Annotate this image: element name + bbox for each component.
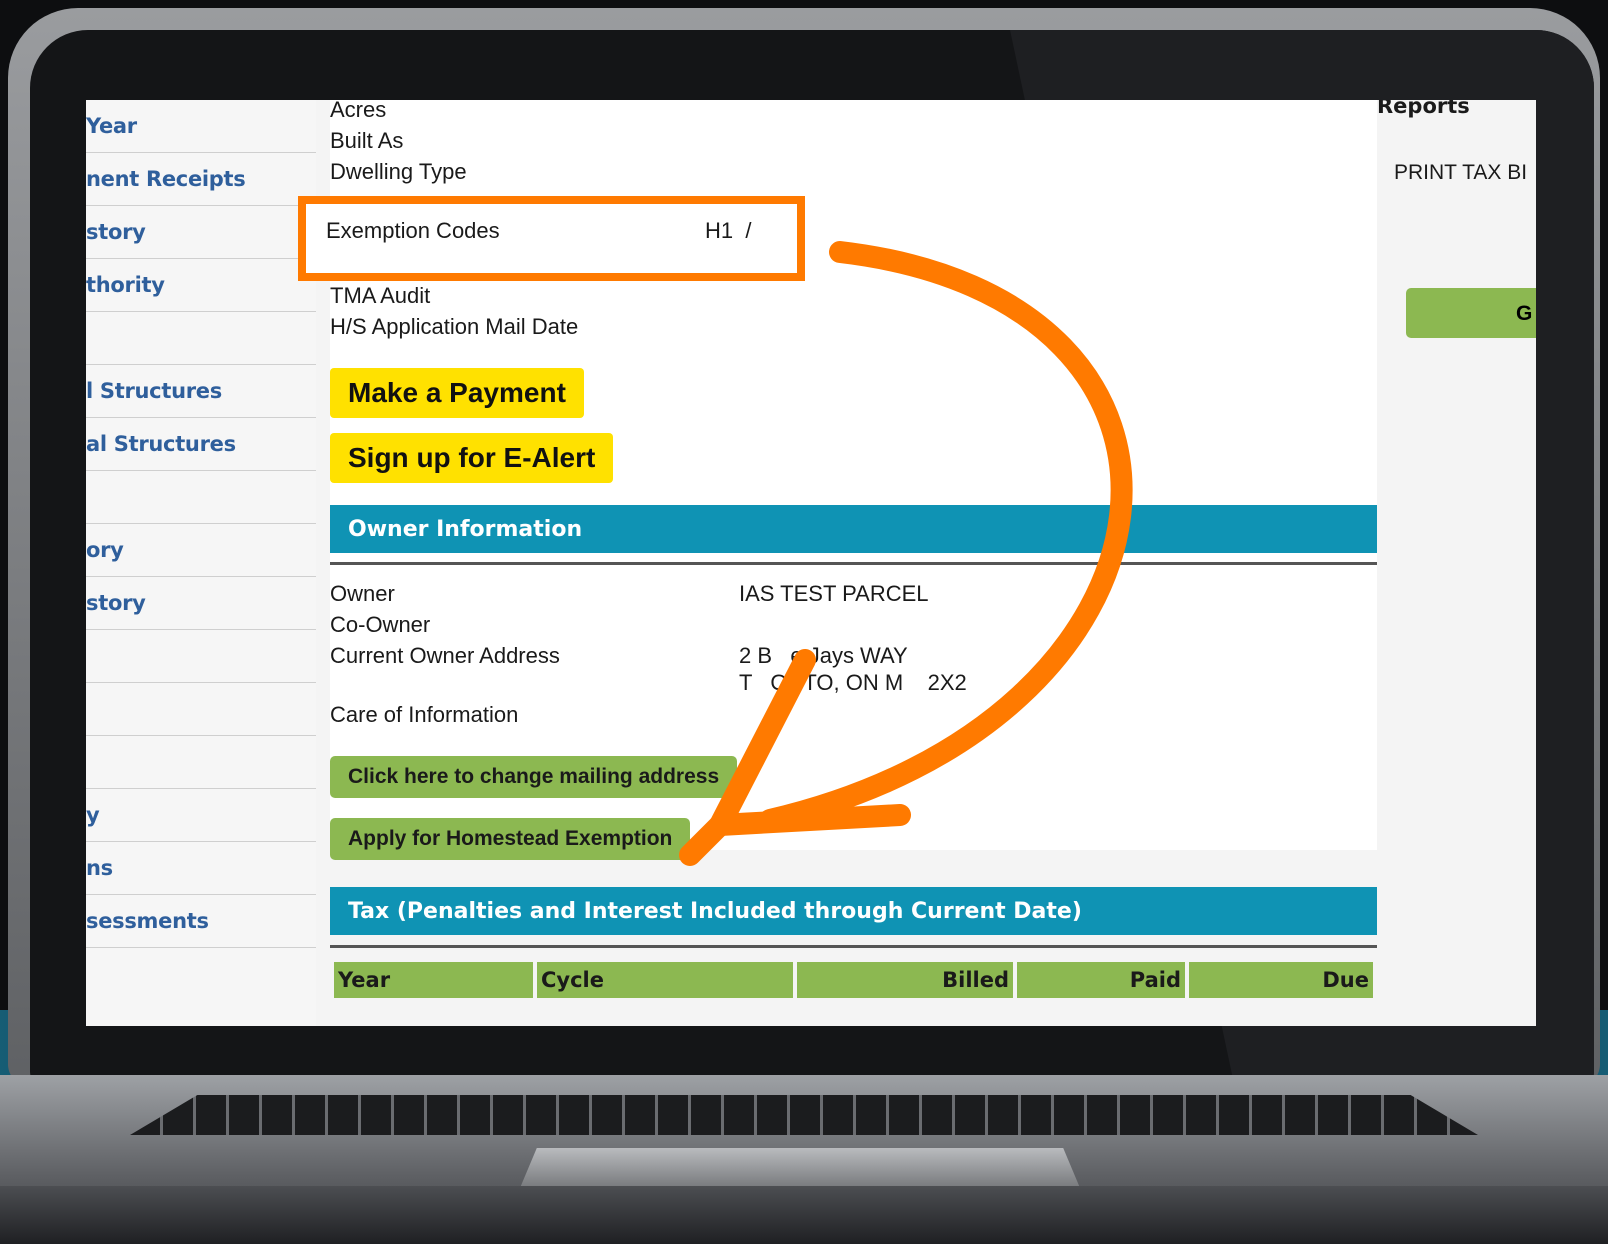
- curved-arrow-icon: [679, 241, 1133, 866]
